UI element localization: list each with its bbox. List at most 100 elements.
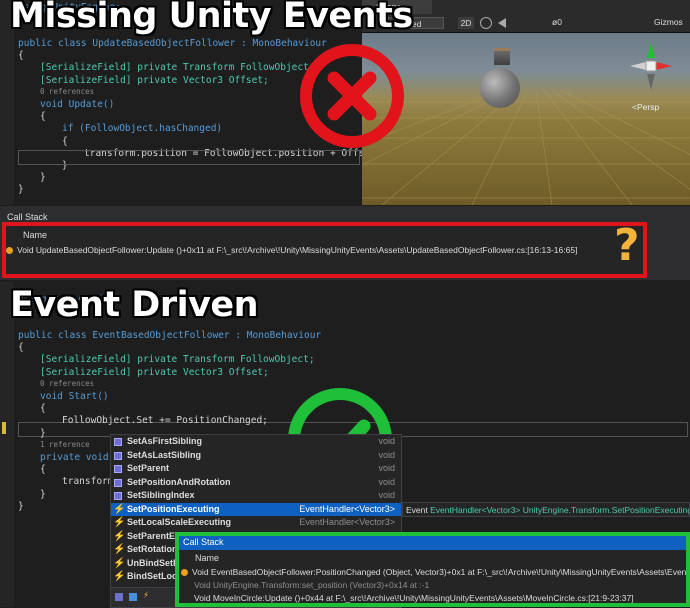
autocomplete-item-name: SetPositionAndRotation [127, 476, 231, 487]
autocomplete-item-type: void [378, 436, 395, 446]
autocomplete-tooltip: Event EventHandler<Vector3> UnityEngine.… [402, 502, 690, 517]
autocomplete-item[interactable]: ⚡ SetLocalScaleExecuting EventHandler<Vect… [111, 516, 401, 530]
bottom-callstack-row[interactable]: Void MoveInCircle:Update ()+0x44 at F:\_… [194, 593, 686, 603]
toggle-2d-button[interactable]: 2D [458, 17, 474, 29]
error-x-icon [300, 44, 404, 148]
scene-orientation-gizmo[interactable] [624, 38, 678, 100]
title-top: Missing Unity Events [10, 0, 413, 36]
autocomplete-item-type: void [378, 449, 395, 460]
autocomplete-item[interactable]: SetParent void [111, 462, 401, 476]
code-line: [SerializeField] private Transform Follo… [40, 62, 315, 74]
bottom-callstack-row-text: Void MoveInCircle:Update ()+0x44 at F:\_… [194, 593, 634, 603]
autocomplete-item[interactable]: SetAsFirstSibling void [111, 435, 401, 449]
code-line: private void P [40, 452, 121, 463]
code-line: [SerializeField] private Vector3 Offset; [40, 74, 269, 86]
autocomplete-item-name: SetRotation [127, 544, 178, 554]
method-icon [114, 451, 122, 460]
bottom-callstack-row[interactable]: Void UnityEngine.Transform:set_position … [194, 580, 686, 590]
top-callstack-row[interactable]: Void UpdateBasedObjectFollower:Update ()… [6, 245, 606, 255]
method-icon [114, 492, 122, 500]
code-line: [SerializeField] private Vector3 Offset; [40, 366, 269, 378]
title-bottom: Event Driven [10, 285, 259, 325]
question-mark: ? [614, 220, 640, 271]
event-icon: ⚡ [113, 571, 126, 582]
frame-arrow-icon [6, 247, 13, 255]
code-line: public class EventBasedObjectFollower : … [18, 330, 322, 341]
bottom-callstack-name-header: Name [195, 553, 220, 563]
autocomplete-item[interactable]: SetPositionAndRotation void [111, 476, 401, 490]
tooltip-type: EventHandler<Vector3> [430, 505, 521, 515]
event-icon: ⚡ [113, 530, 126, 542]
autocomplete-item[interactable]: SetAsLastSibling void [111, 449, 401, 463]
bottom-change-marker [2, 422, 6, 434]
method-icon [114, 465, 122, 473]
persp-label[interactable]: <Persp [632, 102, 659, 112]
code-line: } [18, 184, 24, 196]
autocomplete-item[interactable]: SetSiblingIndex void [111, 489, 401, 503]
event-icon: ⚡ [113, 503, 126, 515]
autocomplete-item-type: void [378, 490, 395, 500]
autocomplete-item-name: SetParentE [127, 530, 176, 541]
code-line: { [62, 135, 68, 147]
filter-field-icon[interactable] [129, 593, 137, 601]
code-line: { [18, 342, 24, 354]
event-icon: ⚡ [113, 544, 126, 555]
autocomplete-item-type: EventHandler<Vector3> [299, 517, 395, 527]
top-callstack-row-text: Void UpdateBasedObjectFollower:Update ()… [17, 245, 578, 255]
code-line: void Update() [40, 99, 115, 110]
code-line: if (FollowObject.hasChanged) [62, 123, 223, 135]
autocomplete-item-name: SetParent [127, 463, 170, 473]
filter-method-icon[interactable] [115, 593, 123, 601]
autocomplete-item[interactable]: ⚡ SetPositionExecuting EventHandler<Vector… [111, 502, 401, 516]
code-line: } [18, 500, 24, 512]
top-callstack-panel: Call Stack Name Void UpdateBasedObjectFo… [0, 206, 690, 280]
gizmos-button[interactable]: Gizmos [654, 17, 683, 27]
top-current-line-box [18, 150, 360, 165]
autocomplete-item-name: SetAsFirstSibling [127, 436, 203, 446]
autocomplete-item-type: void [378, 463, 395, 473]
code-line: { [40, 403, 46, 415]
code-line: { [40, 111, 46, 123]
code-line: 0 references [40, 378, 95, 388]
autocomplete-item-name: SetLocalScaleExecuting [127, 517, 232, 527]
autocomplete-item-name: SetSiblingIndex [127, 490, 195, 500]
code-line: 0 references [40, 86, 95, 96]
tooltip-member: UnityEngine.Transform.SetPositionExecuti… [522, 505, 690, 515]
method-icon [114, 478, 122, 487]
code-line: { [40, 464, 46, 476]
toggle-2d-label: 2D [460, 18, 472, 28]
autocomplete-item-name: SetPositionExecuting [127, 503, 220, 514]
bottom-callstack-panel: Call Stack Name Void EventBasedObjectFol… [175, 532, 690, 607]
code-line: 1 reference [40, 439, 90, 449]
method-icon [114, 438, 122, 446]
code-line: } [40, 172, 46, 184]
code-line: FollowObject.Set += PositionChanged; [62, 415, 268, 427]
code-line: } [40, 427, 46, 439]
scene-cube[interactable] [494, 48, 510, 65]
bottom-callstack-row-text: Void UnityEngine.Transform:set_position … [194, 580, 430, 590]
gizmos-label: Gizmos [654, 17, 683, 27]
code-line: { [18, 50, 24, 62]
scene-sphere[interactable] [480, 68, 520, 108]
event-icon: ⚡ [113, 557, 126, 569]
bottom-gutter [0, 282, 14, 607]
top-callstack-box: Name Void UpdateBasedObjectFollower:Upda… [2, 222, 647, 278]
bottom-callstack-row-text: Void EventBasedObjectFollower:PositionCh… [192, 567, 689, 577]
frame-arrow-icon [181, 569, 188, 577]
hidden-count: ø0 [552, 17, 562, 27]
autocomplete-item-name: SetAsLastSibling [127, 449, 202, 460]
code-line: public class UpdateBasedObjectFollower :… [18, 38, 327, 49]
audio-icon[interactable] [498, 18, 506, 28]
bottom-callstack-titlebar: Call Stack [179, 536, 686, 550]
autocomplete-item-type: EventHandler<Vector3> [299, 503, 395, 514]
event-icon: ⚡ [113, 517, 126, 528]
code-line: } [40, 488, 46, 500]
top-callstack-name-header: Name [23, 230, 48, 240]
bottom-callstack-title: Call Stack [183, 537, 224, 547]
tooltip-prefix: Event [406, 505, 428, 515]
autocomplete-item-type: void [378, 476, 395, 487]
code-line: void Start() [40, 391, 109, 402]
lighting-icon[interactable] [480, 17, 492, 29]
filter-event-icon[interactable]: ⚡ [143, 590, 149, 601]
bottom-callstack-row[interactable]: Void EventBasedObjectFollower:PositionCh… [181, 567, 689, 577]
